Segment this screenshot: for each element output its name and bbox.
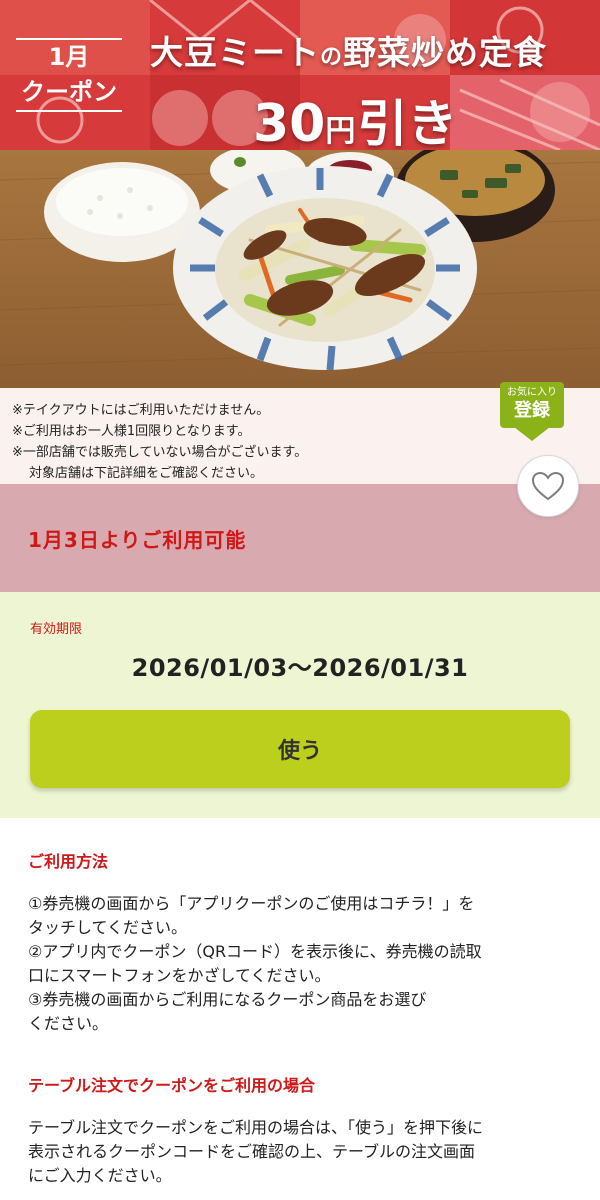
availability-text: 1月3日よりご利用可能 <box>28 527 247 552</box>
tag-bottom-line <box>16 110 122 112</box>
validity-section: 有効期限 2026/01/03～2026/01/31 使う <box>0 592 600 818</box>
discount-number: 30 <box>253 94 326 150</box>
meal-illustration <box>0 150 600 388</box>
meal-photo <box>0 150 600 388</box>
how-to-line: ②アプリ内でクーポン（QRコード）を表示後に、券売機の読取 <box>28 942 482 961</box>
table-order-line: 表示されるクーポンコードをご確認の上、テーブルの注文画面 <box>28 1142 476 1161</box>
table-order-line: テーブル注文でクーポンをご利用の場合は、「使う」を押下後に <box>28 1118 484 1137</box>
notice-line: 対象店舗は下記詳細をご確認ください。 <box>29 466 264 481</box>
title-part1: 大豆ミート <box>150 33 320 72</box>
coupon-month: 1月 <box>48 43 90 71</box>
title-particle: の <box>320 45 344 70</box>
banner-title: 大豆ミートの野菜炒め定食 <box>150 26 547 74</box>
how-to-title: ご利用方法 <box>28 852 109 871</box>
table-order-text: テーブル注文でクーポンをご利用の場合は、「使う」を押下後に 表示されるクーポンコ… <box>28 1116 572 1188</box>
favorite-heart-button[interactable] <box>517 455 579 517</box>
title-part2: 野菜炒め定食 <box>343 33 548 72</box>
heart-outline-icon <box>531 471 565 501</box>
how-to-line: ③券売機の画面からご利用になるクーポン商品をお選び <box>28 990 427 1009</box>
how-to-section: ご利用方法 ①券売機の画面から「アプリクーポンのご使用はコチラ！」を タッチして… <box>0 818 600 1188</box>
usage-notice: ※テイクアウトにはご利用いただけません。 ※ご利用はお一人様1回限りとなります。… <box>0 382 600 484</box>
coupon-banner: 1月 クーポン 大豆ミートの野菜炒め定食 30円引き <box>0 0 600 150</box>
favorite-badge-small-label: お気に入り <box>507 387 557 398</box>
favorite-register-badge: お気に入り 登録 <box>500 382 564 444</box>
use-coupon-button[interactable]: 使う <box>30 710 570 788</box>
discount-text: 30円引き <box>253 84 457 150</box>
notice-line: ※一部店舗では販売していない場合がございます。 <box>12 445 308 460</box>
how-to-line: 口にスマートフォンをかざしてください。 <box>28 966 331 985</box>
validity-label: 有効期限 <box>30 622 83 637</box>
how-to-line: ください。 <box>28 1014 109 1033</box>
down-arrow-icon <box>514 427 550 441</box>
favorite-badge-box: お気に入り 登録 <box>500 382 564 428</box>
how-to-steps: ①券売機の画面から「アプリクーポンのご使用はコチラ！」を タッチしてください。 … <box>28 892 572 1036</box>
monthly-coupon-tag: 1月 クーポン <box>14 38 124 112</box>
favorite-badge-label: 登録 <box>514 400 550 421</box>
discount-yen: 円 <box>325 114 356 149</box>
table-order-title: テーブル注文でクーポンをご利用の場合 <box>28 1076 316 1095</box>
validity-dates: 2026/01/03～2026/01/31 <box>131 654 469 682</box>
availability-band: 1月3日よりご利用可能 <box>0 484 600 592</box>
table-order-line: にご入力ください。 <box>28 1166 172 1185</box>
discount-suffix: 引き <box>357 95 458 150</box>
how-to-line: ①券売機の画面から「アプリクーポンのご使用はコチラ！」を <box>28 894 475 913</box>
how-to-line: タッチしてください。 <box>28 918 188 937</box>
coupon-word: クーポン <box>21 78 117 106</box>
